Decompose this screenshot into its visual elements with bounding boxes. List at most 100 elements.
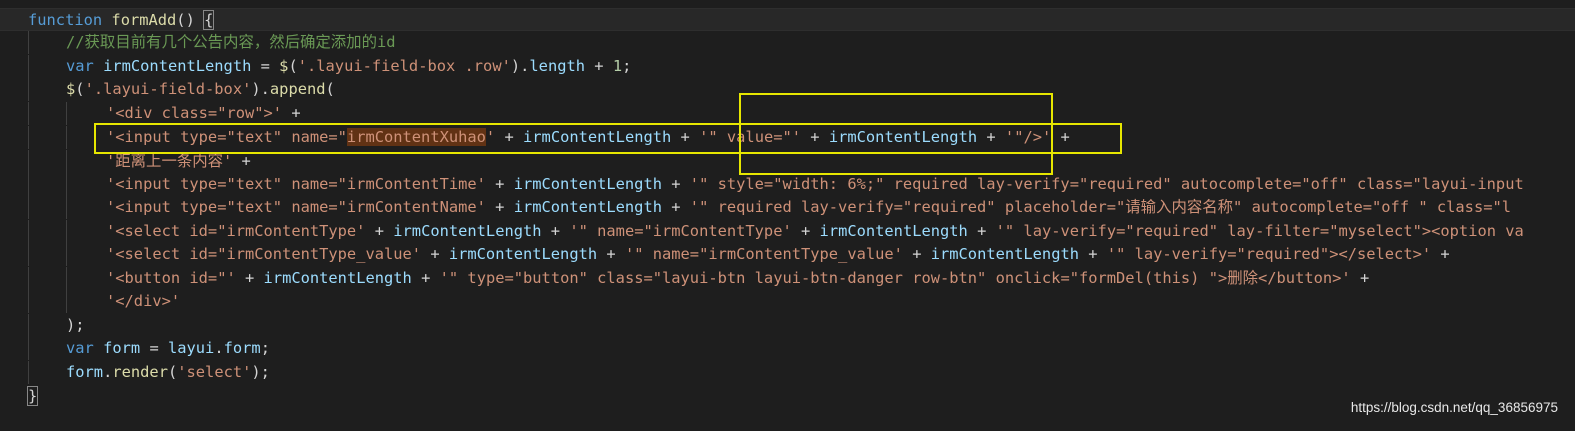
code-token: + — [967, 222, 996, 240]
code-token: irmContentLength — [819, 222, 968, 240]
code-token: ). — [251, 80, 270, 98]
code-line: '<select id="irmContentType' + irmConten… — [0, 220, 1575, 243]
code-token: 'select' — [177, 363, 252, 381]
code-token: + — [791, 222, 820, 240]
code-token: . — [103, 363, 113, 381]
code-token: ( — [325, 80, 335, 98]
code-token: '" type="button" class="layui-btn layui-… — [439, 269, 1351, 287]
indent-guide — [28, 55, 29, 78]
code-token: irmContentLength — [930, 245, 1079, 263]
code-token: '<select id="irmContentType_value' — [106, 245, 422, 263]
code-text: '<select id="irmContentType_value' + irm… — [106, 243, 1450, 266]
code-token: '<input type="text" name="irmContentTime… — [106, 175, 486, 193]
code-token: irmContentLength — [393, 222, 542, 240]
code-token: '距离上一条内容' — [106, 152, 233, 170]
indent-guide — [28, 196, 29, 219]
code-line: '<input type="text" name="irmContentTime… — [0, 173, 1575, 196]
code-token: '" lay-verify="required" lay-filter="mys… — [995, 222, 1524, 240]
code-token: + — [485, 198, 514, 216]
code-token: render — [112, 363, 168, 381]
code-token: irmContentLength — [263, 269, 412, 287]
code-token: form — [223, 339, 261, 357]
code-token: + — [585, 57, 613, 75]
indent-guide — [28, 102, 29, 125]
indent-guide — [66, 243, 67, 266]
indent-guide — [28, 173, 29, 196]
code-token: = — [251, 57, 280, 75]
code-token: ). — [510, 57, 530, 75]
code-text: '</div>' — [106, 290, 180, 313]
code-token: $ — [66, 80, 76, 98]
code-token: + — [902, 245, 931, 263]
indent-guide — [28, 361, 29, 384]
indent-guide — [28, 150, 29, 173]
code-text: var form = layui.form; — [66, 337, 270, 360]
code-line: var form = layui.form; — [0, 337, 1575, 360]
code-token: '<div class="row">' — [106, 104, 283, 122]
code-token: '<input type="text" name="irmContentName… — [106, 198, 486, 216]
code-token: + — [1431, 245, 1450, 263]
code-text: form.render('select'); — [66, 361, 270, 384]
code-token: + — [541, 222, 570, 240]
code-token: ( — [75, 80, 85, 98]
indent-guide — [66, 220, 67, 243]
code-token: + — [411, 269, 440, 287]
indent-guide — [66, 290, 67, 313]
indent-guide — [28, 243, 29, 266]
watermark-text: https://blog.csdn.net/qq_36856975 — [1350, 400, 1558, 415]
code-line: //获取目前有几个公告内容，然后确定添加的id — [0, 31, 1575, 54]
indent-guide — [66, 173, 67, 196]
indent-guide — [28, 126, 29, 149]
code-token: ; — [622, 57, 632, 75]
code-token: '" name="irmContentType' — [569, 222, 792, 240]
code-line: '</div>' — [0, 290, 1575, 313]
code-line: form.render('select'); — [0, 361, 1575, 384]
code-token: irmContentLength — [513, 175, 662, 193]
code-text: $('.layui-field-box').append( — [66, 78, 335, 101]
code-token: length — [529, 57, 586, 75]
indent-guide — [66, 267, 67, 290]
indent-guide — [66, 150, 67, 173]
code-token: + — [661, 198, 690, 216]
code-text: '<button id="' + irmContentLength + '" t… — [106, 267, 1369, 290]
code-token: ( — [167, 363, 178, 381]
code-token: + — [661, 175, 690, 193]
code-token: form — [66, 363, 104, 381]
code-editor[interactable]: function formAdd() {//获取目前有几个公告内容，然后确定添加… — [0, 0, 1575, 431]
indent-guide — [28, 220, 29, 243]
code-token: irmContentLength — [448, 245, 598, 263]
code-token: '.layui-field-box' — [84, 80, 252, 98]
code-line: '<input type="text" name="irmContentName… — [0, 196, 1575, 219]
code-token: + — [282, 104, 301, 122]
code-token: '" lay-verify="required"></select>' — [1106, 245, 1432, 263]
indent-guide — [28, 337, 29, 360]
code-token: . — [214, 339, 224, 357]
highlight-box-value-attr — [739, 93, 1053, 175]
code-text: ); — [66, 314, 85, 337]
code-token: + — [597, 245, 625, 263]
code-token: { — [203, 10, 215, 30]
code-token: layui — [167, 339, 215, 357]
code-line: var irmContentLength = $('.layui-field-b… — [0, 55, 1575, 78]
code-token: '.layui-field-box .row' — [297, 57, 511, 75]
code-text: '<input type="text" name="irmContentTime… — [106, 173, 1524, 196]
code-token: form — [103, 339, 141, 357]
indent-guide — [66, 126, 67, 149]
code-token: + — [1350, 269, 1370, 287]
code-token: + — [421, 245, 449, 263]
code-token: append — [269, 80, 326, 98]
code-text: function formAdd() { — [28, 9, 215, 30]
code-token: ( — [288, 57, 298, 75]
code-token: irmContentLength — [513, 198, 662, 216]
code-token: 1 — [612, 57, 623, 75]
code-token: ); — [251, 363, 270, 381]
code-token: formAdd — [111, 11, 177, 29]
code-line: } — [0, 385, 1575, 408]
indent-guide — [28, 31, 29, 54]
code-token: '</div>' — [106, 292, 181, 310]
indent-guide — [66, 102, 67, 125]
code-token: = — [140, 339, 168, 357]
indent-guide — [28, 314, 29, 337]
code-line: ); — [0, 314, 1575, 337]
